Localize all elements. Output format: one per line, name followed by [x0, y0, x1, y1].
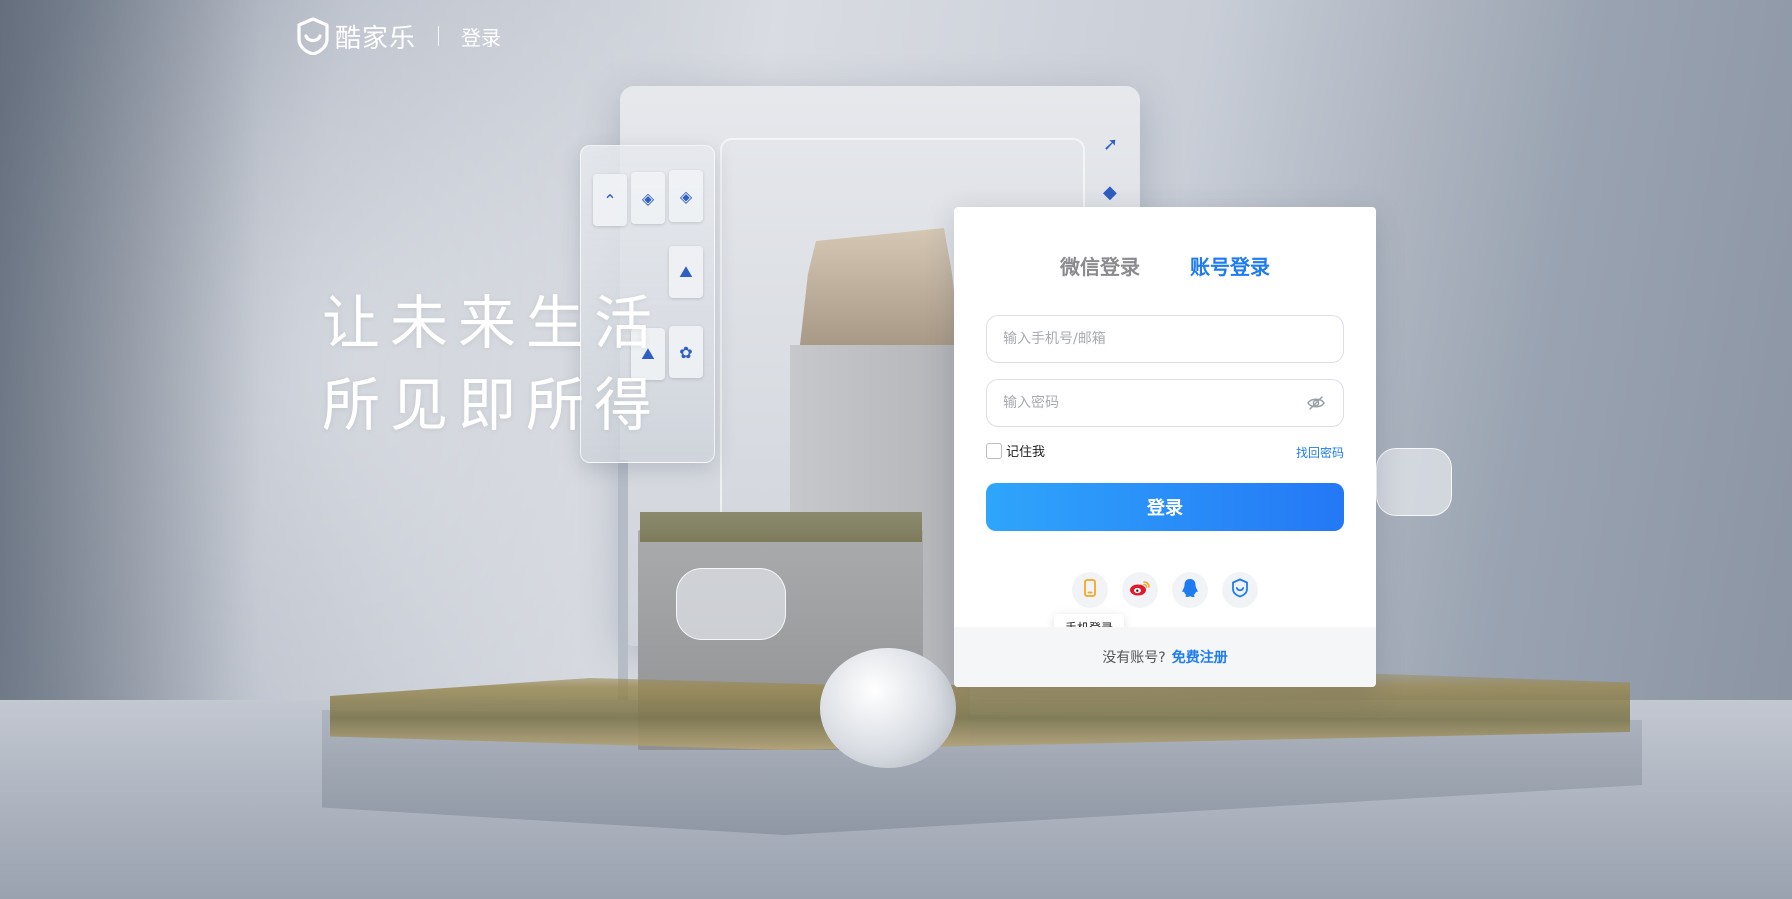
qq-icon — [1181, 578, 1199, 602]
login-card: 微信登录 账号登录 记住我 找回密码 登录 — [954, 207, 1376, 687]
login-tabs: 微信登录 账号登录 — [954, 251, 1376, 280]
kujiale-login-button[interactable] — [1222, 572, 1258, 608]
remember-checkbox[interactable] — [986, 442, 1002, 459]
account-field — [986, 315, 1344, 363]
phone-icon — [1082, 579, 1098, 601]
no-account-text: 没有账号? — [1102, 650, 1166, 666]
glass-handle — [1376, 448, 1452, 516]
sign-pole — [618, 460, 628, 700]
arrow-icon: ➚ — [1103, 134, 1119, 155]
register-footer: 没有账号? 免费注册 — [954, 627, 1376, 687]
header-divider — [438, 26, 440, 46]
grid-icon: ◈ — [631, 172, 665, 224]
forgot-password-link[interactable]: 找回密码 — [1296, 444, 1344, 461]
remember-label: 记住我 — [1006, 445, 1046, 460]
roof-icon: ⌃ — [593, 174, 627, 226]
flower-icon: ✿ — [669, 326, 703, 378]
slogan: 让未来生活 所见即所得 — [322, 282, 662, 446]
grid-icon: ◈ — [669, 170, 703, 222]
header: 酷家乐 登录 — [295, 16, 501, 56]
mountain-icon: ⛰ — [669, 246, 703, 298]
slogan-line-1: 让未来生活 — [322, 289, 663, 357]
password-field — [986, 379, 1344, 427]
weibo-icon — [1129, 579, 1151, 601]
eye-hidden-icon[interactable] — [1305, 392, 1327, 414]
moss-top — [640, 512, 922, 542]
kujiale-icon — [1231, 578, 1249, 602]
sphere — [820, 648, 956, 768]
qq-login-button[interactable] — [1172, 572, 1208, 608]
account-input[interactable] — [1003, 331, 1327, 347]
background-scene: ➚ ◆ ⌃ ◈ ◈ ⛰ ⛰ ✿ — [0, 0, 1792, 899]
logo-text[interactable]: 酷家乐 — [335, 18, 416, 55]
tab-account-login[interactable]: 账号登录 — [1190, 251, 1270, 280]
password-input[interactable] — [1003, 395, 1305, 411]
tab-wechat-login[interactable]: 微信登录 — [1060, 251, 1140, 280]
remember-me[interactable]: 记住我 — [986, 441, 1045, 460]
glass-handle — [676, 568, 786, 640]
weibo-login-button[interactable] — [1122, 572, 1158, 608]
page-title: 登录 — [461, 25, 502, 50]
phone-login-button[interactable] — [1072, 572, 1108, 608]
kujiale-logo-icon[interactable] — [295, 17, 331, 55]
tag-icon: ◆ — [1103, 182, 1117, 203]
register-link[interactable]: 免费注册 — [1172, 647, 1228, 667]
slogan-line-2: 所见即所得 — [322, 371, 663, 439]
login-button[interactable]: 登录 — [986, 483, 1344, 531]
social-login-row — [954, 572, 1376, 608]
